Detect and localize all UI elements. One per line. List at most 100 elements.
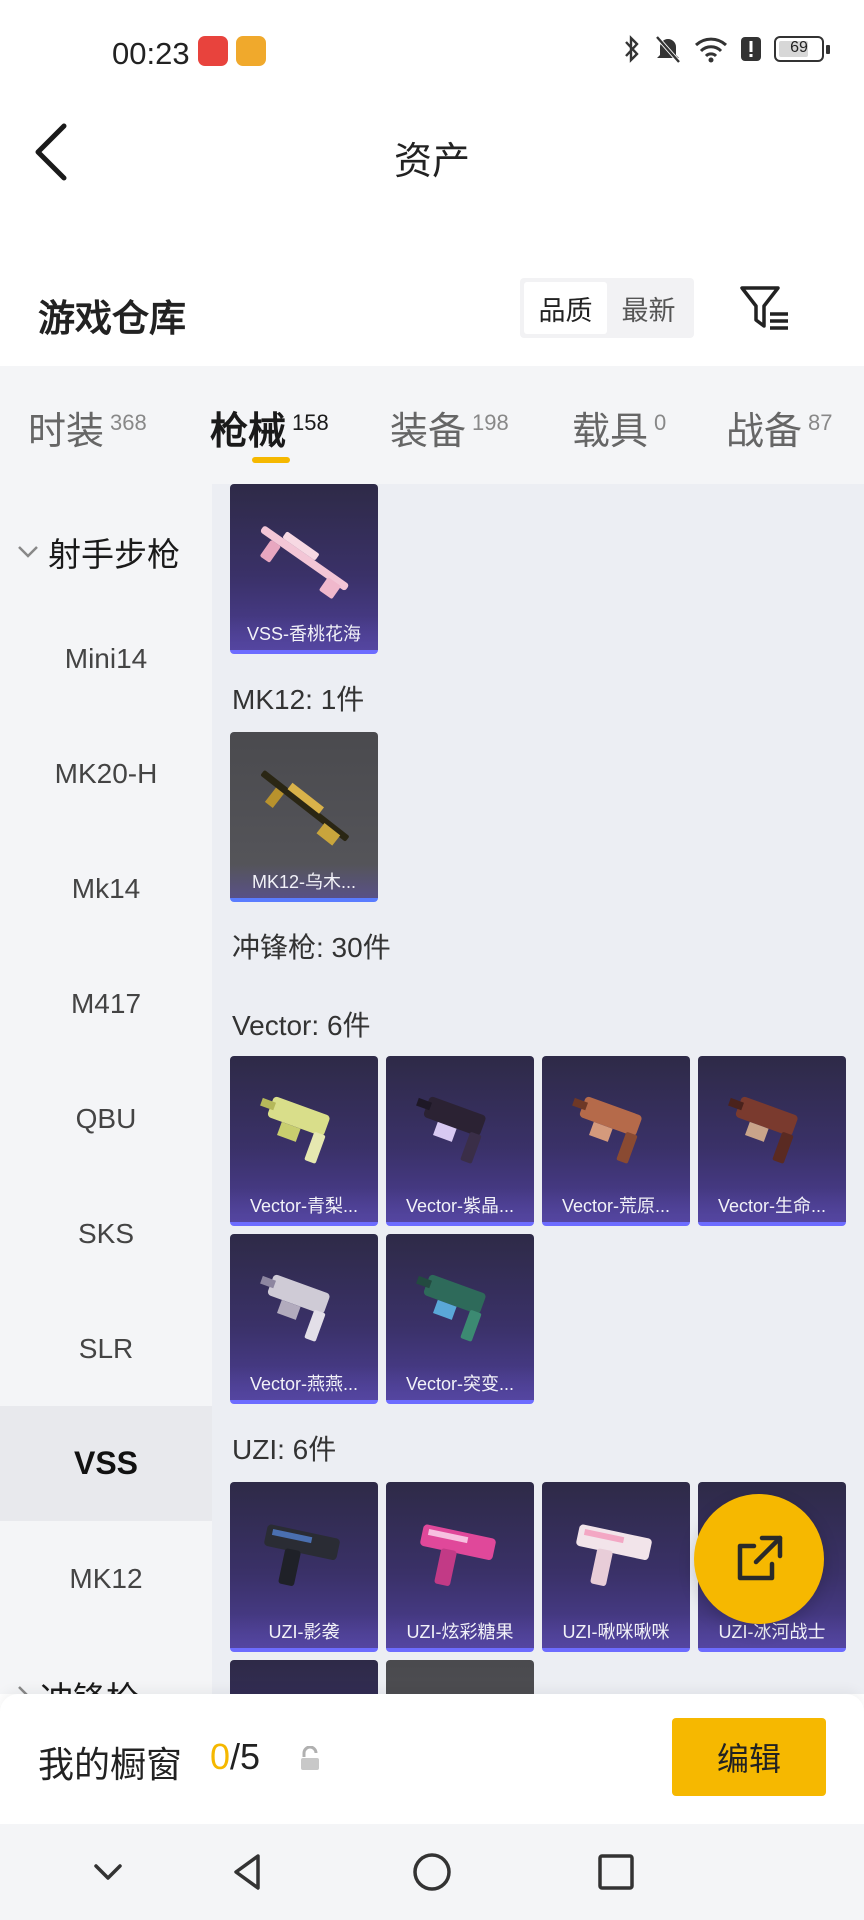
category-tabs: 时装 368 枪械 158 装备 198 载具 0 战备 87	[0, 366, 864, 484]
sidebar-item-mk20h[interactable]: MK20-H	[0, 716, 212, 831]
weapon-name: Vector-青梨...	[230, 1188, 378, 1222]
weapon-card[interactable]: MK12-乌木...	[230, 732, 378, 902]
tab-count: 368	[110, 410, 147, 435]
tab-label: 枪械	[210, 411, 287, 453]
lock-icon	[301, 1746, 319, 1770]
weapon-name: VSS-香桃花海	[230, 616, 378, 650]
weapon-card[interactable]: Vector-青梨...	[230, 1056, 378, 1226]
tab-count: 0	[654, 410, 667, 435]
weapon-card[interactable]: Vector-荒原...	[542, 1056, 690, 1226]
weapon-name: MK12-乌木...	[230, 864, 378, 898]
share-button[interactable]	[694, 1494, 824, 1624]
weapon-name: Vector-突变...	[386, 1366, 534, 1400]
edit-button[interactable]: 编辑	[672, 1718, 826, 1796]
weapon-name: Vector-紫晶...	[386, 1188, 534, 1222]
status-time: 00:23	[112, 36, 190, 71]
weapon-card[interactable]: Vector-突变...	[386, 1234, 534, 1404]
weapon-card[interactable]	[386, 1660, 534, 1694]
app-red-icon	[198, 36, 228, 66]
sort-option-quality[interactable]: 品质	[524, 282, 607, 334]
app-gold-icon	[236, 36, 266, 66]
active-tab-indicator	[252, 457, 290, 463]
home-nav-icon[interactable]	[408, 1848, 456, 1896]
weapon-card[interactable]: VSS-香桃花海	[230, 484, 378, 654]
pistol-icon	[576, 1524, 652, 1586]
system-nav-bar	[0, 1824, 864, 1920]
battery-level: 69	[790, 39, 808, 56]
weapon-card[interactable]: UZI-影袭	[230, 1482, 378, 1652]
pistol-icon	[264, 1524, 340, 1586]
tab-supplies[interactable]: 战备 87	[726, 400, 833, 455]
weapon-card[interactable]: Vector-生命...	[698, 1056, 846, 1226]
tab-count: 198	[472, 410, 509, 435]
sidebar-item-slr[interactable]: SLR	[0, 1291, 212, 1406]
weapon-card[interactable]: Vector-燕燕...	[230, 1234, 378, 1404]
weapon-name: UZI-啾咪啾咪	[542, 1614, 690, 1648]
showcase-count: 0/5	[210, 1736, 260, 1778]
tab-weapons[interactable]: 枪械 158	[210, 400, 329, 455]
smg-icon	[416, 1274, 486, 1342]
warehouse-title: 游戏仓库	[38, 298, 186, 339]
chevron-right-icon	[18, 1686, 28, 1694]
mute-bell-icon	[655, 35, 681, 64]
tab-label: 载具	[572, 411, 649, 453]
battery-icon: 69	[774, 36, 830, 62]
sidebar-group-smg[interactable]: 冲锋枪	[16, 1672, 139, 1694]
weapon-name: Vector-荒原...	[542, 1188, 690, 1222]
smg-icon	[416, 1096, 486, 1164]
tab-count: 87	[808, 410, 833, 435]
tab-equipment[interactable]: 装备 198	[390, 400, 509, 455]
sidebar-item-sks[interactable]: SKS	[0, 1176, 212, 1291]
tab-label: 时装	[28, 411, 105, 453]
sidebar-item-mini14[interactable]: Mini14	[0, 601, 212, 716]
showcase-count-total: /5	[230, 1736, 261, 1777]
sniper-rifle-icon	[260, 526, 349, 599]
wifi-icon	[694, 37, 728, 63]
sort-option-newest[interactable]: 最新	[607, 282, 690, 334]
smg-icon	[728, 1096, 798, 1164]
recents-nav-icon[interactable]	[592, 1848, 640, 1896]
section-label-uzi: UZI: 6件	[232, 1434, 337, 1465]
tab-vehicles[interactable]: 载具 0	[572, 400, 666, 455]
sort-toggle[interactable]: 品质 最新	[520, 278, 694, 338]
chevron-down-icon	[18, 546, 38, 558]
weapon-name: UZI-影袭	[230, 1614, 378, 1648]
tab-label: 装备	[390, 411, 467, 453]
showcase-count-current: 0	[210, 1736, 231, 1777]
sidebar-group-label: 冲锋枪	[40, 1672, 139, 1694]
filter-button[interactable]	[738, 284, 794, 334]
tab-count: 158	[292, 410, 329, 435]
tab-fashion[interactable]: 时装 368	[28, 400, 147, 455]
status-bar: 00:23 69	[0, 0, 864, 104]
smg-icon	[572, 1096, 642, 1164]
back-nav-icon[interactable]	[224, 1848, 272, 1896]
sidebar-item-mk12[interactable]: MK12	[0, 1521, 212, 1636]
share-icon	[737, 1535, 783, 1581]
sidebar-item-vss[interactable]: VSS	[0, 1406, 212, 1521]
section-label-mk12: MK12: 1件	[232, 684, 365, 715]
sidebar-item-mk14[interactable]: Mk14	[0, 831, 212, 946]
weapon-sidebar: 射手步枪 Mini14 MK20-H Mk14 M417 QBU SKS SLR…	[0, 484, 212, 1694]
weapon-name: Vector-生命...	[698, 1188, 846, 1222]
showcase-bar: 我的橱窗 0/5 编辑	[0, 1694, 864, 1824]
sidebar-item-m417[interactable]: M417	[0, 946, 212, 1061]
smg-icon	[260, 1274, 330, 1342]
pistol-icon	[420, 1524, 496, 1586]
collapse-nav-icon[interactable]	[84, 1848, 132, 1896]
weapon-card[interactable]: UZI-啾咪啾咪	[542, 1482, 690, 1652]
filter-icon	[740, 286, 788, 330]
sidebar-group-dmr[interactable]: 射手步枪	[16, 528, 180, 576]
weapon-card[interactable]	[230, 1660, 378, 1694]
showcase-title: 我的橱窗	[38, 1744, 183, 1785]
sidebar-group-label: 射手步枪	[48, 536, 180, 573]
weapon-card[interactable]: UZI-炫彩糖果	[386, 1482, 534, 1652]
weapon-name: Vector-燕燕...	[230, 1366, 378, 1400]
weapon-card[interactable]: Vector-紫晶...	[386, 1056, 534, 1226]
alert-icon	[741, 37, 761, 61]
tab-label: 战备	[726, 411, 803, 453]
smg-icon	[260, 1096, 330, 1164]
rifle-icon	[261, 770, 349, 846]
page-title: 资产	[393, 141, 470, 183]
bluetooth-icon	[625, 35, 639, 63]
sidebar-item-qbu[interactable]: QBU	[0, 1061, 212, 1176]
